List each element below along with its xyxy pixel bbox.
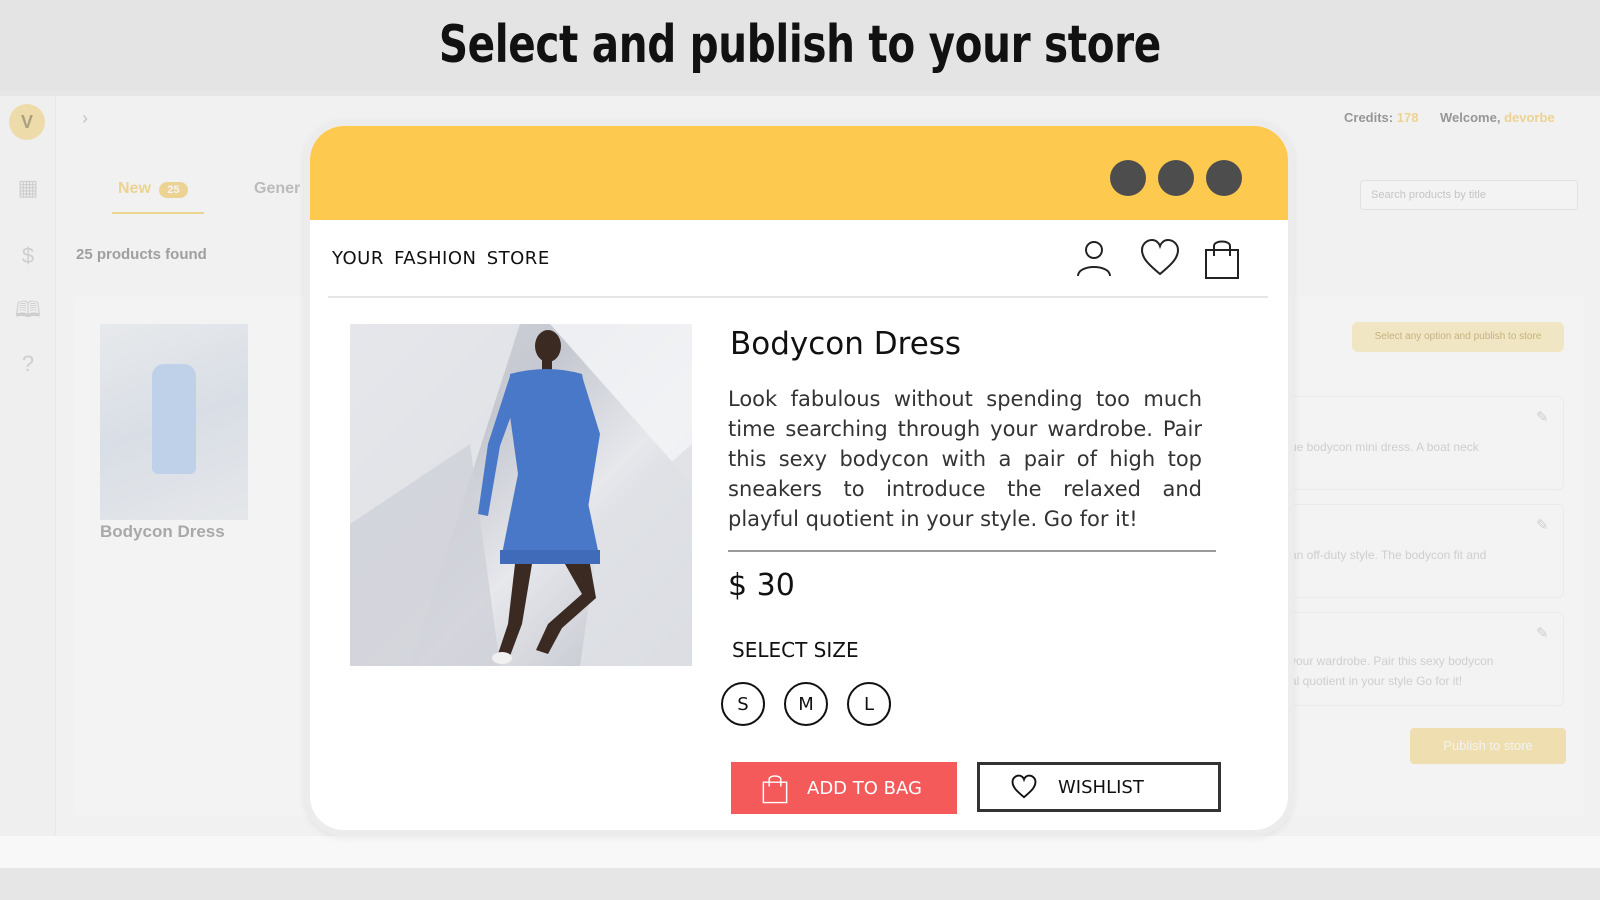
- size-option-s[interactable]: S: [721, 682, 765, 726]
- size-option-l[interactable]: L: [847, 682, 891, 726]
- products-found: 25 products found: [76, 246, 207, 263]
- app-logo[interactable]: V: [9, 104, 45, 140]
- window-dot-3: [1206, 160, 1242, 196]
- option-text-4: al quotient in your style Go for it!: [1290, 674, 1463, 688]
- option-text-2: an off-duty style. The bodycon fit and: [1290, 548, 1487, 562]
- shopping-bag-icon[interactable]: [1200, 236, 1244, 280]
- size-option-m[interactable]: M: [784, 682, 828, 726]
- window-dot-1: [1110, 160, 1146, 196]
- publish-notice: Select any option and publish to store: [1352, 322, 1564, 352]
- option-text-3: your wardrobe. Pair this sexy bodycon: [1290, 654, 1494, 668]
- banner-title: Select and publish to your store: [438, 15, 1162, 75]
- wishlist-label: WISHLIST: [1058, 776, 1144, 798]
- description-divider: [728, 550, 1216, 552]
- tab-new-label: New: [118, 180, 151, 197]
- list-item-thumbnail[interactable]: [100, 324, 248, 520]
- dashboard-icon[interactable]: ▦: [14, 174, 42, 202]
- edit-icon[interactable]: ✎: [1536, 624, 1549, 642]
- product-photo-illustration: [350, 324, 692, 666]
- edit-icon[interactable]: ✎: [1536, 516, 1549, 534]
- welcome-label: Welcome,: [1440, 110, 1501, 125]
- list-item-title[interactable]: Bodycon Dress: [100, 522, 225, 542]
- publish-button[interactable]: Publish to store: [1410, 728, 1566, 764]
- dollar-icon[interactable]: $: [14, 242, 42, 270]
- credits-value: 178: [1396, 110, 1419, 125]
- product-title: Bodycon Dress: [730, 326, 962, 362]
- welcome-user[interactable]: devorbe: [1504, 110, 1555, 125]
- edit-icon[interactable]: ✎: [1536, 408, 1549, 426]
- product-price: $ 30: [728, 568, 795, 603]
- header-divider: [328, 296, 1268, 298]
- heart-icon: [1011, 774, 1037, 799]
- credits-label: Credits:: [1344, 110, 1394, 125]
- dress-thumbnail-figure: [152, 364, 196, 474]
- add-to-bag-label: ADD TO BAG: [807, 777, 922, 799]
- product-description: Look fabulous without spending too much …: [728, 387, 1202, 531]
- product-image[interactable]: [350, 324, 692, 666]
- wishlist-button[interactable]: WISHLIST: [977, 762, 1221, 812]
- chevron-right-icon[interactable]: ›: [82, 108, 88, 129]
- tab-new[interactable]: New 25: [118, 180, 188, 198]
- help-icon[interactable]: ?: [14, 350, 42, 378]
- store-preview-card: YOUR FASHION STORE Bodycon Dress Look fa…: [304, 120, 1294, 836]
- book-icon[interactable]: 🕮: [14, 296, 42, 324]
- tab-active-indicator: [112, 212, 204, 214]
- credits: Credits: 178: [1344, 110, 1418, 125]
- option-text-1: ue bodycon mini dress. A boat neck: [1290, 440, 1479, 454]
- app-sidebar: V ▦ $ 🕮 ?: [0, 96, 56, 836]
- size-label: SELECT SIZE: [732, 638, 859, 662]
- search-input[interactable]: Search products by title: [1360, 180, 1578, 210]
- bottom-band: [0, 836, 1600, 868]
- card-header: [310, 126, 1288, 220]
- heart-icon[interactable]: [1138, 236, 1182, 280]
- welcome: Welcome, devorbe: [1440, 110, 1555, 125]
- add-to-bag-button[interactable]: ADD TO BAG: [731, 762, 957, 814]
- tab-new-count: 25: [159, 182, 188, 198]
- shopping-bag-icon: [762, 775, 788, 804]
- tab-general[interactable]: Gener: [254, 180, 300, 198]
- window-dot-2: [1158, 160, 1194, 196]
- store-name[interactable]: YOUR FASHION STORE: [332, 248, 550, 269]
- user-icon[interactable]: [1072, 236, 1116, 280]
- banner: Select and publish to your store: [0, 0, 1600, 90]
